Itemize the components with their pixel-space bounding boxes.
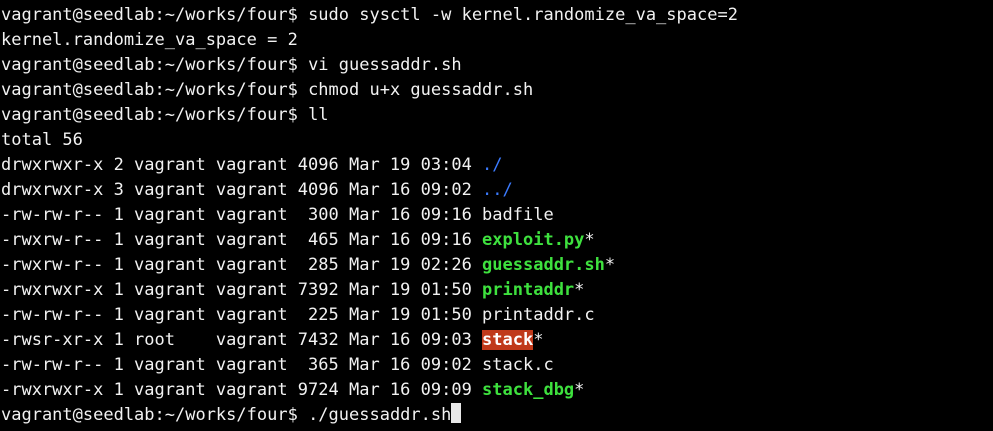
output-line: kernel.randomize_va_space = 2 [1, 28, 993, 53]
file-details: drwxrwxr-x 3 vagrant vagrant 4096 Mar 16… [1, 180, 483, 200]
command-text: ll [308, 105, 329, 125]
listing-row: drwxrwxr-x 2 vagrant vagrant 4096 Mar 19… [1, 153, 993, 178]
listing-row: -rwxrwxr-x 1 vagrant vagrant 9724 Mar 16… [1, 378, 993, 403]
listing-row: -rw-rw-r-- 1 vagrant vagrant 300 Mar 16 … [1, 203, 993, 228]
output-text: kernel.randomize_va_space = 2 [1, 30, 298, 50]
executable-marker: * [584, 230, 595, 250]
prompt: vagrant@seedlab:~/works/four$ [1, 55, 298, 75]
listing-row: -rwxrw-r-- 1 vagrant vagrant 285 Mar 19 … [1, 253, 993, 278]
listing-row: -rw-rw-r-- 1 vagrant vagrant 365 Mar 16 … [1, 353, 993, 378]
file-name[interactable]: exploit.py [482, 230, 584, 250]
current-input[interactable]: ./guessaddr.sh [308, 405, 451, 425]
command-text: sudo sysctl -w kernel.randomize_va_space… [308, 5, 738, 25]
output-text: total 56 [1, 130, 83, 150]
directory-listing: drwxrwxr-x 2 vagrant vagrant 4096 Mar 19… [1, 153, 993, 403]
command-line: vagrant@seedlab:~/works/four$ sudo sysct… [1, 3, 993, 28]
executable-marker: * [604, 255, 616, 275]
prompt: vagrant@seedlab:~/works/four$ [1, 105, 298, 125]
file-name[interactable]: stack_dbg [482, 380, 574, 400]
executable-marker: * [533, 330, 544, 350]
file-name[interactable]: ./ [482, 155, 502, 175]
listing-row: -rwsr-xr-x 1 root vagrant 7432 Mar 16 09… [1, 328, 993, 353]
prompt: vagrant@seedlab:~/works/four$ [1, 5, 298, 25]
terminal-window[interactable]: vagrant@seedlab:~/works/four$ sudo sysct… [0, 0, 993, 431]
listing-row: drwxrwxr-x 3 vagrant vagrant 4096 Mar 16… [1, 178, 993, 203]
listing-row: -rwxrw-r-- 1 vagrant vagrant 465 Mar 16 … [1, 228, 993, 253]
file-details: drwxrwxr-x 2 vagrant vagrant 4096 Mar 19… [1, 155, 483, 175]
command-text: vi guessaddr.sh [308, 55, 462, 75]
file-name[interactable]: badfile [482, 205, 554, 225]
file-name[interactable]: ../ [482, 180, 513, 200]
text-cursor [451, 403, 462, 423]
prompt: vagrant@seedlab:~/works/four$ [1, 405, 298, 425]
file-details: -rwsr-xr-x 1 root vagrant 7432 Mar 16 09… [1, 330, 483, 350]
file-name[interactable]: printaddr [482, 280, 574, 300]
prompt: vagrant@seedlab:~/works/four$ [1, 80, 298, 100]
file-name[interactable]: stack.c [482, 355, 554, 375]
file-name[interactable]: guessaddr.sh [482, 255, 605, 275]
file-details: -rw-rw-r-- 1 vagrant vagrant 300 Mar 16 … [1, 205, 483, 225]
file-details: -rwxrw-r-- 1 vagrant vagrant 285 Mar 19 … [1, 255, 483, 275]
file-details: -rwxrwxr-x 1 vagrant vagrant 7392 Mar 19… [1, 280, 483, 300]
executable-marker: * [574, 380, 585, 400]
command-line: vagrant@seedlab:~/works/four$ vi guessad… [1, 53, 993, 78]
command-line: vagrant@seedlab:~/works/four$ chmod u+x … [1, 78, 993, 103]
file-details: -rw-rw-r-- 1 vagrant vagrant 225 Mar 19 … [1, 305, 483, 325]
command-text: chmod u+x guessaddr.sh [308, 80, 534, 100]
session-history: vagrant@seedlab:~/works/four$ sudo sysct… [1, 3, 993, 153]
command-line: vagrant@seedlab:~/works/four$ ll [1, 103, 993, 128]
executable-marker: * [574, 280, 585, 300]
file-name[interactable]: stack [482, 330, 534, 350]
output-line: total 56 [1, 128, 993, 153]
file-name[interactable]: printaddr.c [482, 305, 595, 325]
file-details: -rwxrwxr-x 1 vagrant vagrant 9724 Mar 16… [1, 380, 483, 400]
listing-row: -rwxrwxr-x 1 vagrant vagrant 7392 Mar 19… [1, 278, 993, 303]
file-details: -rwxrw-r-- 1 vagrant vagrant 465 Mar 16 … [1, 230, 483, 250]
file-details: -rw-rw-r-- 1 vagrant vagrant 365 Mar 16 … [1, 355, 483, 375]
listing-row: -rw-rw-r-- 1 vagrant vagrant 225 Mar 19 … [1, 303, 993, 328]
active-prompt-line[interactable]: vagrant@seedlab:~/works/four$ ./guessadd… [1, 403, 993, 428]
